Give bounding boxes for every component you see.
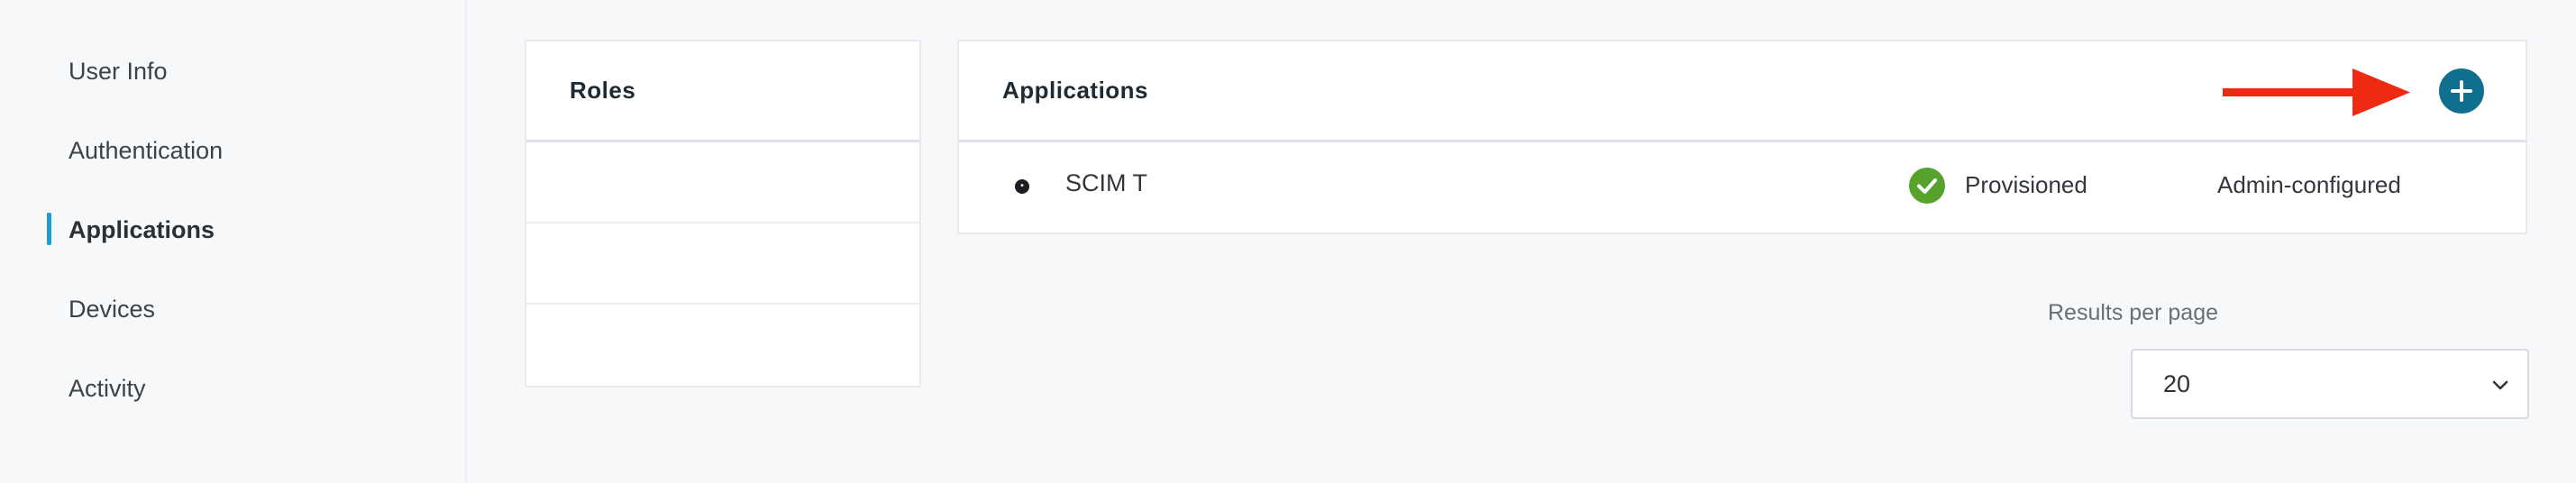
- sidebar-item-applications[interactable]: Applications: [69, 210, 215, 250]
- status-label: Provisioned: [1965, 171, 2087, 198]
- sidebar: User Info Authentication Applications De…: [0, 0, 467, 483]
- select-value: 20: [2163, 370, 2191, 397]
- check-circle-icon: [1909, 168, 1945, 204]
- active-indicator: [47, 213, 51, 245]
- results-per-page-select[interactable]: 20: [2131, 349, 2529, 419]
- sidebar-item-devices[interactable]: Devices: [69, 289, 155, 329]
- annotation-arrow-icon: [2223, 68, 2410, 116]
- roles-title: Roles: [570, 77, 636, 104]
- roles-header: Roles: [526, 41, 919, 142]
- table-row[interactable]: • SCIM T Provisioned Admin-configured: [959, 142, 2526, 231]
- roles-empty-row: [526, 223, 919, 305]
- roles-empty-row: [526, 142, 919, 223]
- applications-title: Applications: [1002, 77, 1149, 104]
- results-per-page-label: Results per page: [2048, 300, 2219, 325]
- sidebar-item-user-info[interactable]: User Info: [69, 51, 168, 91]
- app-name[interactable]: SCIM T: [1065, 169, 1147, 197]
- sidebar-item-authentication[interactable]: Authentication: [69, 131, 223, 170]
- chevron-down-icon: [2492, 380, 2508, 390]
- add-application-button[interactable]: [2439, 68, 2484, 114]
- roles-empty-row: [526, 305, 919, 386]
- plus-icon: [2451, 80, 2472, 102]
- sidebar-item-activity[interactable]: Activity: [69, 369, 146, 408]
- configuration-label: Admin-configured: [2217, 171, 2401, 198]
- roles-panel: Roles: [525, 40, 921, 387]
- app-icon: •: [1015, 179, 1029, 194]
